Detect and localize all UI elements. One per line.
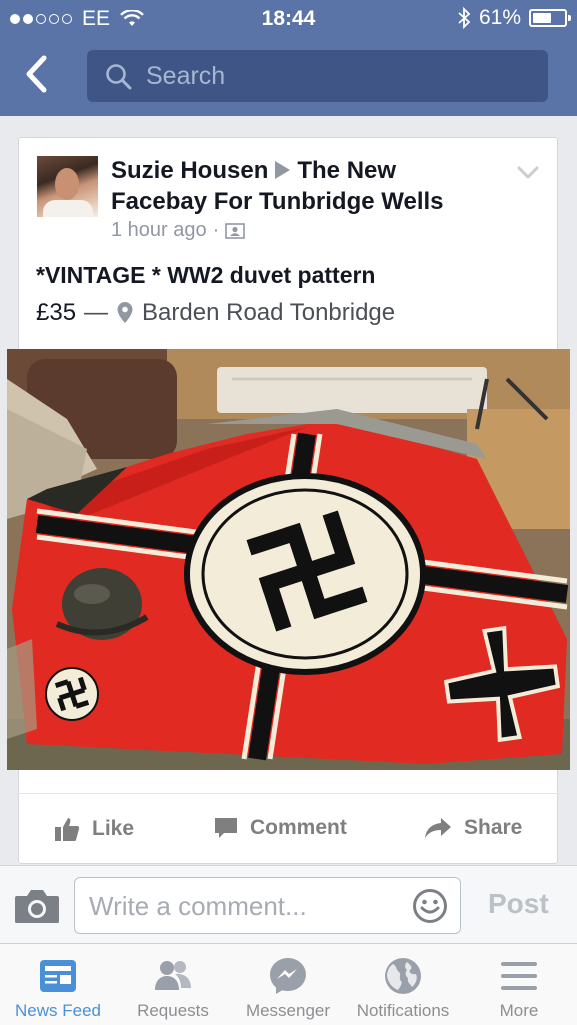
share-button[interactable]: Share [424,816,522,840]
listing-location[interactable]: Barden Road Tonbridge [142,299,395,327]
share-arrow-icon [425,818,451,838]
comment-button[interactable]: Comment [214,816,347,840]
tab-label: News Feed [15,1001,101,1020]
bluetooth-icon [458,7,471,29]
post-time[interactable]: 1 hour ago [111,219,207,242]
search-placeholder: Search [146,62,226,90]
play-arrow-icon [275,161,291,179]
price-separator: — [84,299,109,326]
comment-label: Comment [250,816,347,839]
status-bar: EE 18:44 61% [0,0,577,38]
emoji-icon[interactable] [412,888,448,924]
comment-input[interactable]: Write a comment... [74,877,461,934]
like-button[interactable]: Like [54,816,134,842]
search-icon [106,64,132,90]
author-avatar[interactable] [37,156,98,217]
post-photo[interactable] [7,349,570,770]
share-label: Share [464,816,523,839]
battery-icon [529,9,571,27]
comment-icon [215,818,237,838]
chevron-left-icon [26,55,47,93]
tab-label: More [499,1001,539,1020]
post-actions: Like Comment Share [18,793,558,864]
tab-more[interactable]: More [461,944,577,1025]
location-pin-icon [117,302,133,323]
top-bar: EE 18:44 61% Search [0,0,577,116]
battery-percent: 61% [478,6,521,29]
search-bar[interactable]: Search [87,50,548,102]
camera-icon[interactable] [14,888,60,924]
tab-news-feed[interactable]: News Feed [0,944,116,1025]
status-right: 61% [457,6,571,30]
back-button[interactable] [22,54,62,98]
tab-requests[interactable]: Requests [115,944,231,1025]
comment-composer: Write a comment... Post [0,865,577,944]
globe-icon [385,958,421,994]
post-photo-image [7,349,570,770]
news-feed-icon [40,960,76,992]
listing-details: £35 — Barden Road Tonbridge [36,299,395,327]
friend-requests-icon [155,961,191,990]
listing-title: *VINTAGE * WW2 duvet pattern [36,262,376,288]
tab-messenger[interactable]: Messenger [230,944,346,1025]
meta-dot: · [212,219,220,241]
tab-bar: News Feed Requests Messenger Notificatio… [0,943,577,1025]
chevron-down-icon[interactable] [517,166,539,180]
like-label: Like [92,817,135,840]
tab-label: Notifications [356,1001,450,1020]
author-name[interactable]: Suzie Housen [111,157,268,184]
tab-label: Requests [137,1001,209,1020]
post-header: Suzie Housen The New Facebay For Tunbridg… [111,155,491,217]
thumbs-up-icon [55,818,80,841]
menu-icon [501,962,537,990]
messenger-icon [270,958,306,994]
listing-price: £35 [36,299,77,326]
post-meta: 1 hour ago · [111,219,246,242]
tab-label: Messenger [245,1001,331,1020]
tab-notifications[interactable]: Notifications [345,944,461,1025]
group-privacy-icon [225,222,246,239]
post-comment-button[interactable]: Post [488,888,549,920]
comment-placeholder: Write a comment... [89,891,307,921]
